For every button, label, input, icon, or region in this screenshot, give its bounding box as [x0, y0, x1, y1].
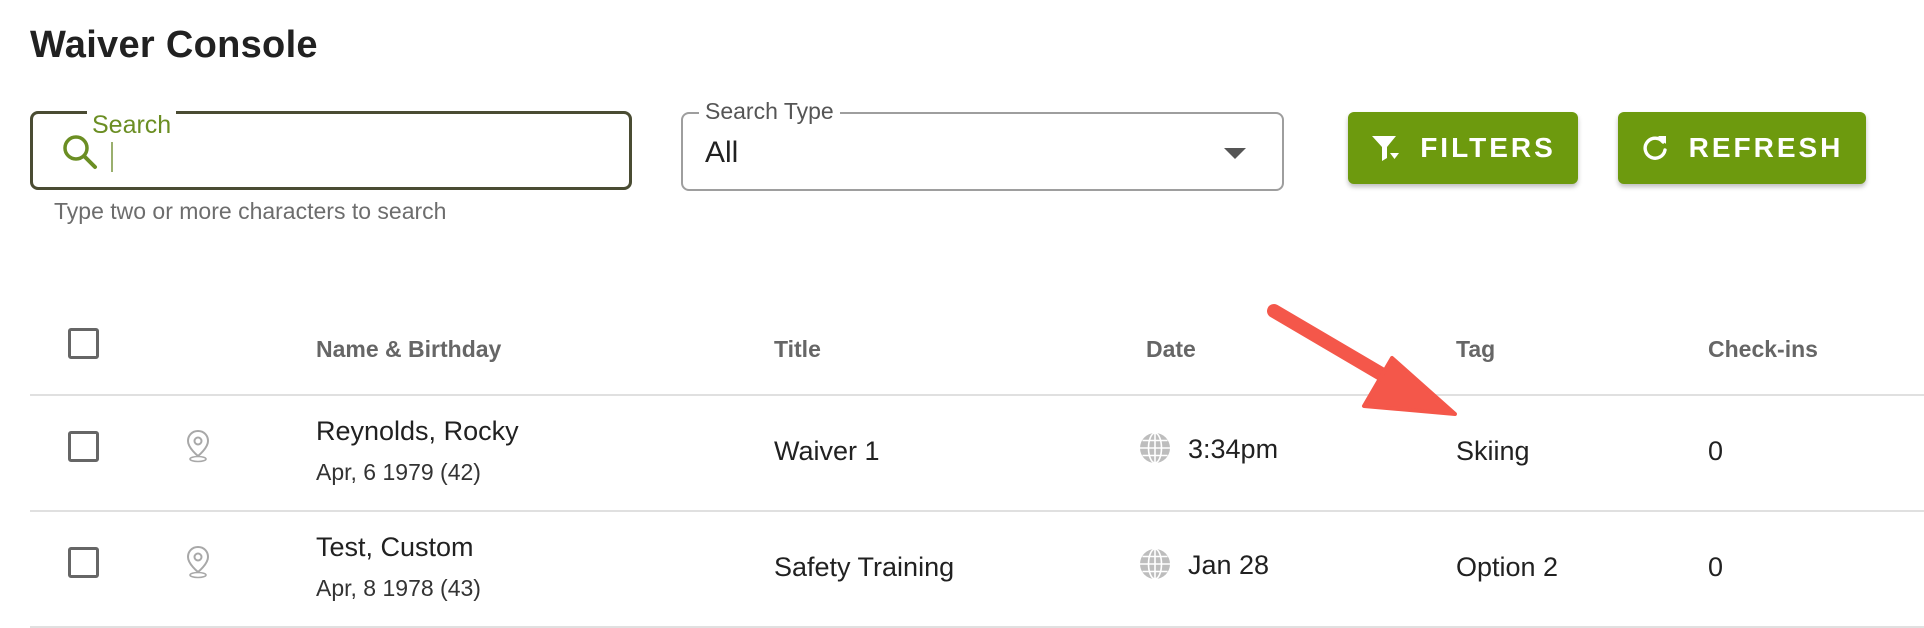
name-birthday-cell: Test, Custom Apr, 8 1978 (43) [316, 532, 481, 602]
filter-icon [1372, 136, 1400, 161]
select-all-checkbox[interactable] [68, 328, 99, 359]
table-row[interactable]: Test, Custom Apr, 8 1978 (43) Safety Tra… [30, 512, 1924, 628]
column-header-name[interactable]: Name & Birthday [316, 336, 501, 363]
search-helper-text: Type two or more characters to search [54, 198, 447, 224]
refresh-button[interactable]: REFRESH [1618, 112, 1866, 184]
refresh-button-label: REFRESH [1688, 132, 1844, 163]
tag-cell: Skiing [1456, 436, 1530, 466]
checkins-cell: 0 [1708, 436, 1724, 466]
participant-birthday: Apr, 8 1978 (43) [316, 575, 481, 601]
waiver-console-page: Waiver Console Search Type two or more c… [0, 0, 1924, 628]
search-input[interactable] [119, 134, 603, 176]
search-type-select[interactable]: Search Type All [681, 98, 1284, 191]
globe-icon [1140, 432, 1170, 464]
filters-button[interactable]: FILTERS [1348, 112, 1578, 184]
checkins-cell: 0 [1708, 552, 1724, 582]
participant-name: Test, Custom [316, 532, 474, 562]
row-checkbox[interactable] [68, 547, 99, 578]
title-cell: Safety Training [774, 552, 955, 582]
chevron-down-icon[interactable] [1224, 148, 1246, 159]
participant-name: Reynolds, Rocky [316, 416, 519, 446]
column-header-title[interactable]: Title [774, 336, 821, 363]
date-cell: 3:34pm [1188, 434, 1279, 464]
name-birthday-cell: Reynolds, Rocky Apr, 6 1979 (42) [316, 416, 519, 486]
text-cursor [111, 142, 113, 172]
search-type-label: Search Type [699, 98, 840, 125]
participant-birthday: Apr, 6 1979 (42) [316, 459, 481, 485]
date-cell: Jan 28 [1188, 550, 1270, 580]
page-title: Waiver Console [30, 24, 318, 66]
tag-cell: Option 2 [1456, 552, 1559, 582]
row-checkbox[interactable] [68, 431, 99, 462]
table-header: Name & Birthday Title Date Tag Check-ins [30, 310, 1924, 396]
filters-button-label: FILTERS [1420, 132, 1556, 163]
column-header-tag[interactable]: Tag [1456, 336, 1495, 363]
globe-icon [1140, 548, 1170, 580]
search-icon [63, 135, 97, 169]
search-type-value: All [705, 136, 739, 169]
search-field[interactable]: Search [30, 111, 632, 190]
column-header-checkins[interactable]: Check-ins [1708, 336, 1818, 363]
column-header-date[interactable]: Date [1146, 336, 1196, 363]
table-row[interactable]: Reynolds, Rocky Apr, 6 1979 (42) Waiver … [30, 396, 1924, 512]
location-pin-icon [186, 545, 210, 579]
title-cell: Waiver 1 [774, 436, 880, 466]
location-pin-icon [186, 429, 210, 463]
refresh-icon [1643, 136, 1667, 160]
